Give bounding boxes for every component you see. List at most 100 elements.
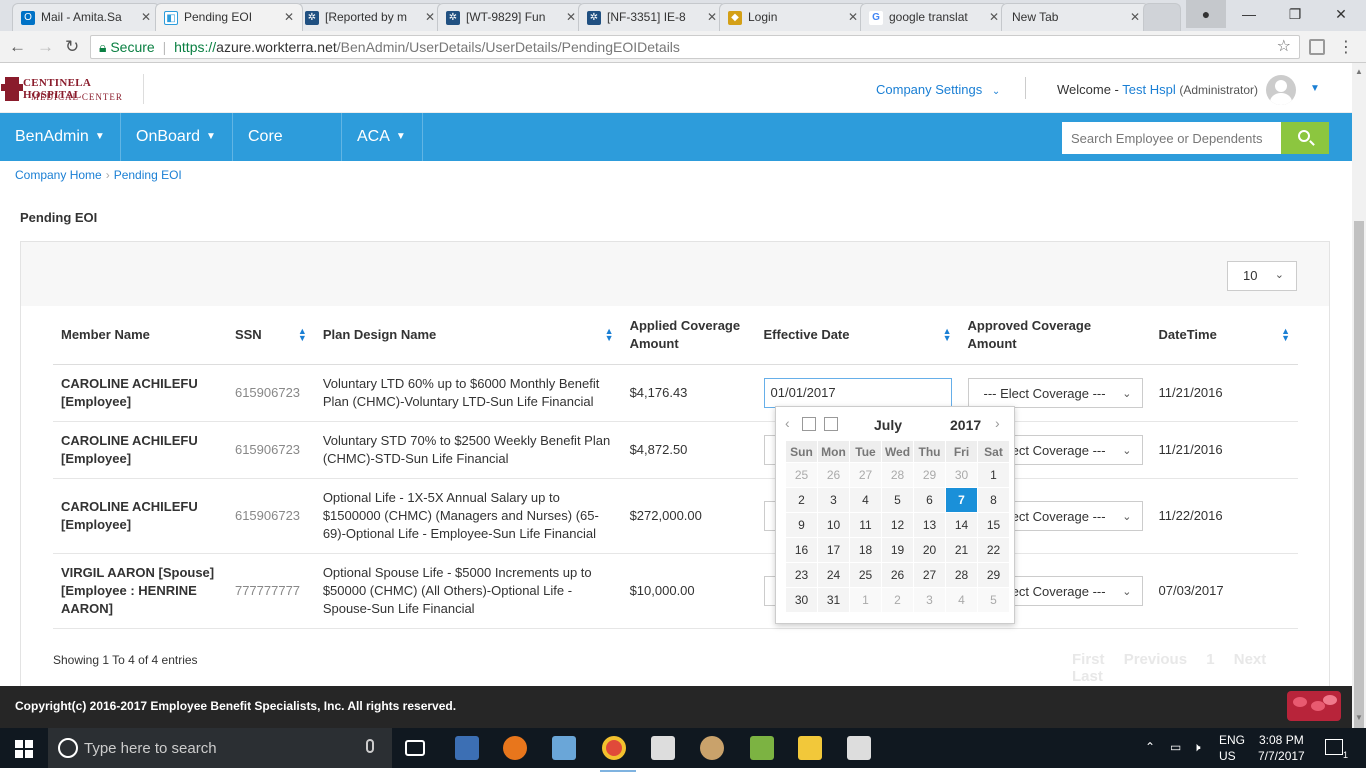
microphone-icon[interactable]: [366, 739, 374, 753]
day-cell[interactable]: 25: [849, 562, 882, 588]
app-icon[interactable]: [750, 736, 774, 760]
window-close-icon[interactable]: ✕: [1318, 0, 1364, 28]
datepicker-year[interactable]: 2017: [950, 417, 981, 433]
day-cell[interactable]: 17: [817, 537, 850, 563]
volume-icon[interactable]: 🕨︎: [1193, 740, 1201, 755]
sort-icon[interactable]: ▲ ▼: [943, 327, 952, 343]
day-cell[interactable]: 18: [849, 537, 882, 563]
file-explorer-icon[interactable]: [798, 736, 822, 760]
profile-icon[interactable]: ●: [1186, 0, 1226, 28]
day-cell[interactable]: 4: [849, 487, 882, 513]
day-cell[interactable]: 29: [977, 562, 1010, 588]
day-cell[interactable]: 31: [817, 587, 850, 613]
day-cell[interactable]: 29: [913, 462, 946, 488]
app-icon[interactable]: [503, 736, 527, 760]
company-settings-menu[interactable]: Company Settings ⌄: [876, 82, 1000, 97]
day-cell[interactable]: 7: [945, 487, 978, 513]
day-cell[interactable]: 26: [881, 562, 914, 588]
tab-login[interactable]: ◆ Login ✕: [719, 3, 867, 31]
day-cell[interactable]: 5: [977, 587, 1010, 613]
page-size-select[interactable]: 10 ⌄: [1227, 261, 1297, 291]
page-scrollbar[interactable]: ▲ ▼: [1352, 63, 1366, 741]
day-cell[interactable]: 2: [785, 487, 818, 513]
employee-search-input[interactable]: [1062, 122, 1281, 154]
day-cell[interactable]: 23: [785, 562, 818, 588]
minimize-icon[interactable]: —: [1226, 0, 1272, 28]
column-header-datetime[interactable]: DateTime ▲ ▼: [1150, 306, 1298, 365]
language-indicator[interactable]: ENG US: [1219, 732, 1245, 764]
search-button[interactable]: [1281, 122, 1329, 154]
sort-icon[interactable]: ▲ ▼: [605, 327, 614, 343]
windows-start-icon[interactable]: [15, 740, 33, 758]
day-cell[interactable]: 12: [881, 512, 914, 538]
network-icon[interactable]: ▭: [1170, 740, 1181, 754]
column-header-member-name[interactable]: Member Name: [53, 306, 227, 365]
store-icon[interactable]: [455, 736, 479, 760]
day-cell[interactable]: 14: [945, 512, 978, 538]
close-icon[interactable]: ✕: [848, 10, 858, 24]
restore-icon[interactable]: ❐: [1272, 0, 1318, 28]
pager-last[interactable]: Last: [1072, 668, 1103, 685]
day-cell[interactable]: 10: [817, 512, 850, 538]
day-cell[interactable]: 27: [913, 562, 946, 588]
tab-nf-3351[interactable]: ✲ [NF-3351] IE-8 ✕: [578, 3, 726, 31]
day-cell[interactable]: 11: [849, 512, 882, 538]
column-header-applied-coverage[interactable]: Applied Coverage Amount: [621, 306, 756, 365]
new-tab-button[interactable]: [1143, 3, 1181, 31]
paint-icon[interactable]: [700, 736, 724, 760]
day-cell[interactable]: 28: [881, 462, 914, 488]
chrome-icon[interactable]: [600, 736, 636, 772]
tab-google-translate[interactable]: G google translat ✕: [860, 3, 1008, 31]
close-icon[interactable]: ✕: [141, 10, 151, 24]
task-view-icon[interactable]: [405, 740, 425, 756]
tab-new-tab[interactable]: New Tab ✕: [1001, 3, 1149, 31]
day-cell[interactable]: 26: [817, 462, 850, 488]
column-header-effective-date[interactable]: Effective Date ▲ ▼: [755, 306, 960, 365]
next-month-icon[interactable]: ›: [995, 415, 1000, 431]
day-cell[interactable]: 27: [849, 462, 882, 488]
day-cell[interactable]: 30: [945, 462, 978, 488]
calendar-list-icon[interactable]: [824, 417, 838, 431]
extension-icon[interactable]: [1309, 39, 1325, 55]
bookmark-star-icon[interactable]: ☆: [1277, 36, 1291, 58]
day-cell[interactable]: 6: [913, 487, 946, 513]
user-name-link[interactable]: Test Hspl: [1122, 82, 1175, 97]
breadcrumb-home[interactable]: Company Home: [15, 168, 102, 182]
day-cell[interactable]: 19: [881, 537, 914, 563]
elect-coverage-select[interactable]: --- Elect Coverage --- ⌄: [967, 377, 1143, 408]
effective-date-input[interactable]: [763, 377, 952, 408]
column-header-ssn[interactable]: SSN ▲ ▼: [226, 306, 315, 365]
scrollbar-thumb[interactable]: [1354, 221, 1364, 741]
day-cell[interactable]: 22: [977, 537, 1010, 563]
day-cell[interactable]: 5: [881, 487, 914, 513]
day-cell[interactable]: 4: [945, 587, 978, 613]
day-cell[interactable]: 13: [913, 512, 946, 538]
nav-core-hr[interactable]: Core HR ▼: [233, 113, 342, 193]
day-cell[interactable]: 30: [785, 587, 818, 613]
pager-next[interactable]: Next: [1234, 651, 1267, 668]
calendar-icon[interactable]: [802, 417, 816, 431]
notifications-icon[interactable]: 1: [1325, 739, 1348, 760]
column-header-approved-coverage[interactable]: Approved Coverage Amount: [959, 306, 1151, 365]
day-cell[interactable]: 8: [977, 487, 1010, 513]
datepicker-month[interactable]: July: [874, 417, 902, 433]
close-icon[interactable]: ✕: [425, 10, 435, 24]
day-cell[interactable]: 3: [913, 587, 946, 613]
photos-icon[interactable]: [847, 736, 871, 760]
day-cell[interactable]: 2: [881, 587, 914, 613]
pager-page[interactable]: 1: [1206, 651, 1214, 668]
tab-wt-9829[interactable]: ✲ [WT-9829] Fun ✕: [437, 3, 585, 31]
day-cell[interactable]: 16: [785, 537, 818, 563]
day-cell[interactable]: 1: [849, 587, 882, 613]
vnc-icon[interactable]: [651, 736, 675, 760]
taskbar-search[interactable]: Type here to search: [48, 728, 392, 768]
reload-icon[interactable]: ↻: [65, 37, 79, 57]
breadcrumb-current[interactable]: Pending EOI: [114, 168, 182, 182]
day-cell[interactable]: 9: [785, 512, 818, 538]
day-cell[interactable]: 20: [913, 537, 946, 563]
close-icon[interactable]: ✕: [707, 10, 717, 24]
taskbar-clock[interactable]: 3:08 PM 7/7/2017: [1258, 732, 1305, 764]
scroll-down-icon[interactable]: ▼: [1355, 713, 1363, 722]
sort-icon[interactable]: ▲ ▼: [1281, 327, 1290, 343]
day-cell[interactable]: 3: [817, 487, 850, 513]
